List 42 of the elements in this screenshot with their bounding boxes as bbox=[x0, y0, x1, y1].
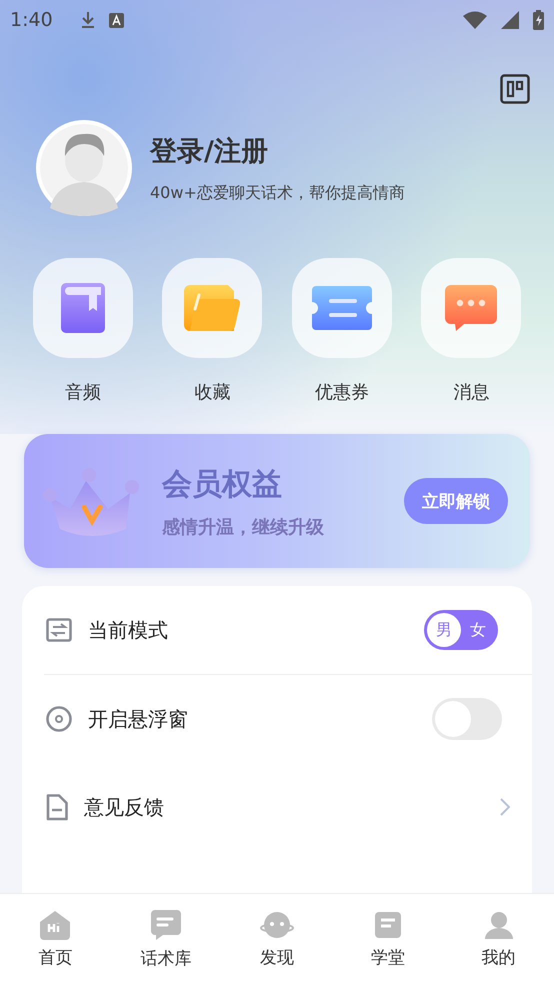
login-link[interactable]: 登录/注册 bbox=[150, 132, 405, 168]
gender-option[interactable]: 女 bbox=[461, 613, 495, 647]
keyboard-icon bbox=[108, 12, 124, 28]
home-icon bbox=[39, 910, 72, 940]
vip-title: 会员权益 bbox=[162, 466, 283, 504]
avatar[interactable] bbox=[36, 120, 132, 216]
chat-bubble-icon bbox=[445, 285, 498, 331]
layout-icon[interactable] bbox=[500, 74, 530, 104]
swap-icon bbox=[46, 618, 72, 642]
gender-switch[interactable]: 男 女 bbox=[424, 610, 498, 650]
battery-icon bbox=[533, 10, 544, 30]
setting-label: 意见反馈 bbox=[84, 794, 164, 820]
signal-icon bbox=[501, 11, 519, 29]
shortcut-label: 收藏 bbox=[194, 381, 230, 404]
person-icon bbox=[484, 910, 514, 940]
shortcut-tile[interactable] bbox=[421, 258, 522, 358]
shortcut-label: 优惠券 bbox=[314, 381, 369, 404]
nav-tab[interactable]: 我的 bbox=[443, 894, 554, 984]
ticket-icon bbox=[312, 286, 372, 330]
gender-option[interactable]: 男 bbox=[427, 613, 461, 647]
nav-tab[interactable]: 首页 bbox=[0, 894, 111, 984]
shortcut-tile[interactable] bbox=[32, 258, 133, 358]
target-icon bbox=[46, 706, 72, 732]
chevron-right-icon bbox=[500, 798, 510, 816]
nav-tab[interactable]: 发现 bbox=[222, 894, 332, 984]
nav-tab[interactable]: 学堂 bbox=[332, 894, 444, 984]
status-time: 1:40 bbox=[10, 9, 53, 31]
planet-icon bbox=[260, 910, 294, 940]
wifi-icon bbox=[463, 11, 487, 29]
setting-label: 开启悬浮窗 bbox=[88, 706, 188, 732]
shortcut-tile[interactable] bbox=[162, 258, 262, 358]
shortcut-label: 消息 bbox=[453, 381, 490, 404]
document-icon bbox=[46, 794, 68, 820]
nav-tab[interactable]: 话术库 bbox=[110, 894, 222, 984]
chat-icon bbox=[150, 908, 182, 940]
shortcut-label: 音频 bbox=[64, 381, 101, 404]
shortcut-tile[interactable] bbox=[292, 258, 392, 358]
download-icon bbox=[80, 11, 95, 29]
setting-label: 当前模式 bbox=[88, 616, 168, 644]
profile-subtitle: 40w+恋爱聊天话术，帮你提高情商 bbox=[150, 182, 405, 204]
folder-icon bbox=[184, 285, 240, 331]
vip-subtitle: 感情升温，继续升级 bbox=[162, 516, 325, 538]
